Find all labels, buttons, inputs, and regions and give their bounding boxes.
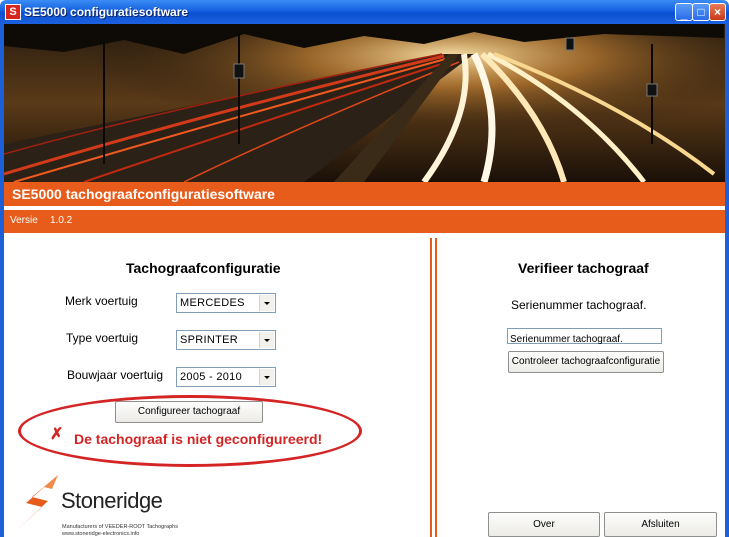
serial-number-input[interactable] <box>508 332 661 347</box>
banner-image <box>4 24 725 182</box>
serial-label: Serienummer tachograaf. <box>511 298 647 312</box>
logo-name: Stoneridge <box>61 488 163 513</box>
year-label: Bouwjaar voertuig <box>67 368 164 382</box>
config-section-title: Tachograafconfiguratie <box>126 260 281 276</box>
type-label: Type voertuig <box>66 331 139 345</box>
app-icon: S <box>5 4 21 20</box>
exit-button[interactable]: Afsluiten <box>604 512 717 537</box>
minimize-icon: _ <box>680 7 688 21</box>
error-x-icon: ✗ <box>50 426 64 443</box>
window-title: SE5000 configuratiesoftware <box>24 5 189 19</box>
logo-tagline: Manufacturers of VEEDER-ROOT Tachographs <box>62 524 178 530</box>
logo-website: www.stoneridge-electronics.info <box>62 531 140 537</box>
app-header-bar: SE5000 tachograafconfiguratiesoftware <box>4 182 725 206</box>
title-bar: S SE5000 configuratiesoftware _ □ × <box>0 0 729 24</box>
panel-divider <box>430 238 438 537</box>
close-window-button[interactable]: × <box>709 3 726 21</box>
brand-select-value: MERCEDES <box>180 297 245 309</box>
window-frame-right <box>725 24 729 537</box>
version-label: Versie <box>10 215 38 226</box>
app-header-title: SE5000 tachograafconfiguratiesoftware <box>12 186 275 202</box>
maximize-button[interactable]: □ <box>692 3 710 21</box>
check-configuration-button[interactable]: Controleer tachograafconfiguratie <box>508 351 664 373</box>
verify-section-title: Verifieer tachograaf <box>518 260 649 276</box>
chevron-down-icon[interactable] <box>259 295 274 311</box>
version-bar: Versie 1.0.2 <box>4 210 725 233</box>
version-number: 1.0.2 <box>50 215 73 226</box>
minimize-button[interactable]: _ <box>675 3 693 21</box>
brand-select[interactable]: MERCEDES <box>176 293 276 313</box>
maximize-icon: □ <box>697 5 705 19</box>
stoneridge-logo-icon <box>16 475 58 531</box>
type-select-value: SPRINTER <box>180 334 239 346</box>
serial-number-field[interactable] <box>507 328 662 347</box>
chevron-down-icon[interactable] <box>259 332 274 348</box>
about-button[interactable]: Over <box>488 512 600 537</box>
brand-label: Merk voertuig <box>65 294 138 308</box>
year-select-value: 2005 - 2010 <box>180 371 243 383</box>
type-select[interactable]: SPRINTER <box>176 330 276 350</box>
chevron-down-icon[interactable] <box>259 369 274 385</box>
year-select[interactable]: 2005 - 2010 <box>176 367 276 387</box>
close-icon: × <box>713 5 721 19</box>
error-message: De tachograaf is niet geconfigureerd! <box>74 431 323 447</box>
